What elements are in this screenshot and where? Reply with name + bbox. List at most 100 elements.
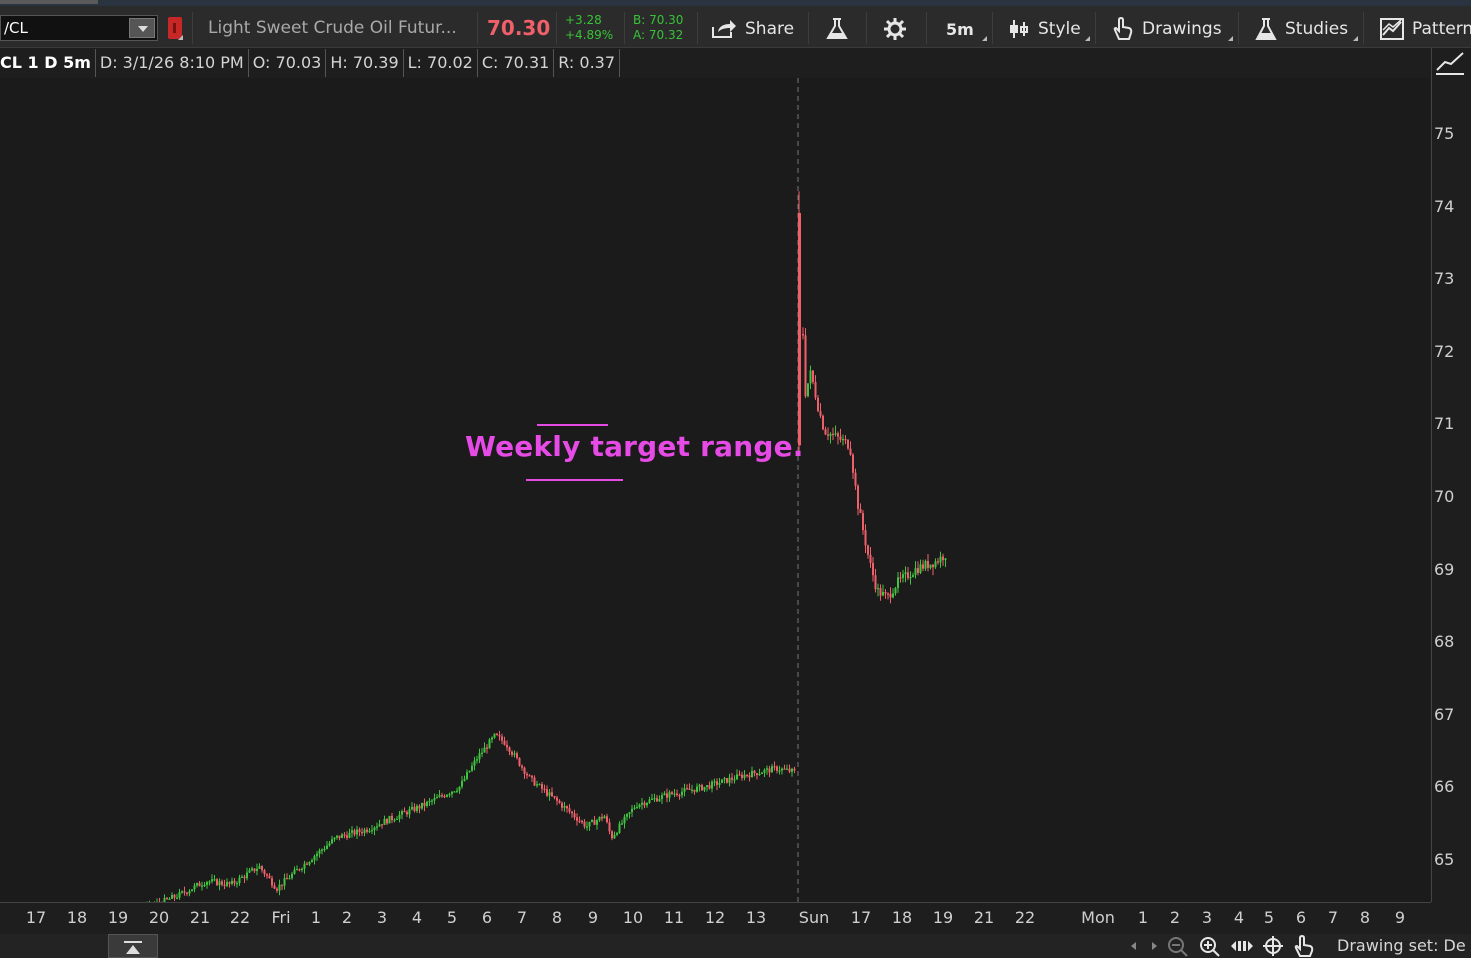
collapse-panel-button[interactable] <box>108 934 158 958</box>
drawings-menu-corner[interactable] <box>1228 36 1233 41</box>
candle-body <box>176 897 178 899</box>
axis-scale-icon[interactable] <box>1433 50 1467 78</box>
candle-body <box>301 868 303 870</box>
candle-body <box>288 878 291 880</box>
candle-body <box>932 564 934 568</box>
candle-body <box>513 753 516 755</box>
candle-body <box>361 832 363 834</box>
candle-body <box>746 774 748 776</box>
toolbar-divider <box>192 12 193 44</box>
candle-body <box>736 774 738 780</box>
timeframe-button[interactable]: 5m <box>946 12 974 46</box>
candle-body <box>241 876 243 878</box>
candle-body <box>246 872 248 879</box>
settings-button[interactable] <box>883 12 915 46</box>
timeframe-menu-corner[interactable] <box>982 36 987 41</box>
symbol-input[interactable]: /CL <box>4 19 28 37</box>
candle-body <box>411 806 413 810</box>
candle-body <box>904 572 907 575</box>
candle-body <box>944 558 947 561</box>
candle-body <box>812 370 814 383</box>
zoom-in-icon[interactable] <box>1198 935 1222 957</box>
candle-body <box>834 433 837 435</box>
symbol-dropdown-button[interactable] <box>129 18 155 38</box>
target-range-lower-line[interactable] <box>526 479 623 481</box>
symbol-selector[interactable]: /CL <box>0 15 158 41</box>
candle-body <box>186 892 188 894</box>
studies-label: Studies <box>1285 19 1349 39</box>
candle-body <box>496 733 498 736</box>
candle-body <box>576 817 578 821</box>
ask-price: A: 70.32 <box>633 28 684 42</box>
share-button[interactable]: Share <box>711 12 794 46</box>
net-change: +3.28 +4.89% <box>565 13 613 43</box>
bid-price: B: 70.30 <box>633 13 684 27</box>
flask-button[interactable] <box>825 12 857 46</box>
price-tick-label: 66 <box>1434 777 1455 797</box>
hand-icon[interactable] <box>1292 935 1316 957</box>
bar-range: R: 0.37 <box>554 49 621 77</box>
candle-body <box>643 802 646 806</box>
candle-body <box>326 845 328 849</box>
candlestick-chart[interactable] <box>0 78 1430 902</box>
candle-body <box>231 880 233 884</box>
candle-body <box>561 802 563 808</box>
patterns-button[interactable]: Pattern <box>1380 12 1471 46</box>
style-button[interactable]: Style <box>1008 12 1081 46</box>
studies-menu-corner[interactable] <box>1353 36 1358 41</box>
price-axis[interactable] <box>1431 48 1471 902</box>
drawing-set-label[interactable]: Drawing set: De <box>1337 936 1466 955</box>
price-tick-label: 71 <box>1434 414 1455 434</box>
toolbar-divider <box>697 12 698 44</box>
candle-body <box>408 809 411 815</box>
candle-body <box>648 799 651 803</box>
studies-button[interactable]: Studies <box>1255 12 1348 46</box>
target-range-upper-line[interactable] <box>537 424 608 426</box>
candle-body <box>543 788 546 791</box>
candle-body <box>852 454 854 473</box>
candle-body <box>778 770 781 772</box>
style-menu-corner[interactable] <box>1085 36 1090 41</box>
crosshair-icon[interactable] <box>1261 935 1285 957</box>
chart-toolbar: /CL Light Sweet Crude Oil Futur... 70.30… <box>0 6 1471 48</box>
timeframe-label: 5m <box>946 19 974 39</box>
candle-body <box>691 789 693 791</box>
candle-body <box>693 789 696 792</box>
zoom-out-icon[interactable] <box>1166 935 1190 957</box>
candle-body <box>671 792 673 794</box>
active-tab-indicator[interactable] <box>0 0 98 4</box>
candle-body <box>646 802 648 806</box>
candle-body <box>316 853 318 857</box>
pan-icon[interactable] <box>1230 935 1254 957</box>
candle-body <box>912 575 914 577</box>
candle-body <box>616 832 618 835</box>
candle-body <box>641 802 643 805</box>
candle-body <box>683 788 686 792</box>
share-icon <box>712 20 736 38</box>
candle-body <box>541 784 543 789</box>
time-tick-label: 21 <box>189 908 211 927</box>
candle-body <box>501 736 503 741</box>
drawings-button[interactable]: Drawings <box>1112 12 1222 46</box>
candle-body <box>874 575 877 590</box>
bar-info-strip: CL 1 D 5m D: 3/1/26 8:10 PM O: 70.03 H: … <box>0 49 621 77</box>
candle-body <box>656 798 658 802</box>
candle-body <box>321 849 323 851</box>
candle-body <box>611 831 613 839</box>
candle-body <box>201 885 203 887</box>
candle-body <box>383 818 386 825</box>
candle-body <box>406 811 408 815</box>
candle-body <box>306 863 308 865</box>
candle-body <box>386 818 388 824</box>
flag-menu-corner[interactable] <box>178 35 183 40</box>
time-tick-label: 13 <box>745 908 767 927</box>
candle-body <box>581 820 583 823</box>
candle-body <box>346 835 348 838</box>
candle-body <box>698 784 701 787</box>
scroll-right-icon[interactable] <box>1142 935 1166 957</box>
time-tick-label: Fri <box>271 908 291 927</box>
candle-body <box>388 815 391 824</box>
chart-annotation-text[interactable]: Weekly target range. <box>465 430 804 463</box>
candle-body <box>756 773 758 776</box>
candle-body <box>798 213 801 446</box>
